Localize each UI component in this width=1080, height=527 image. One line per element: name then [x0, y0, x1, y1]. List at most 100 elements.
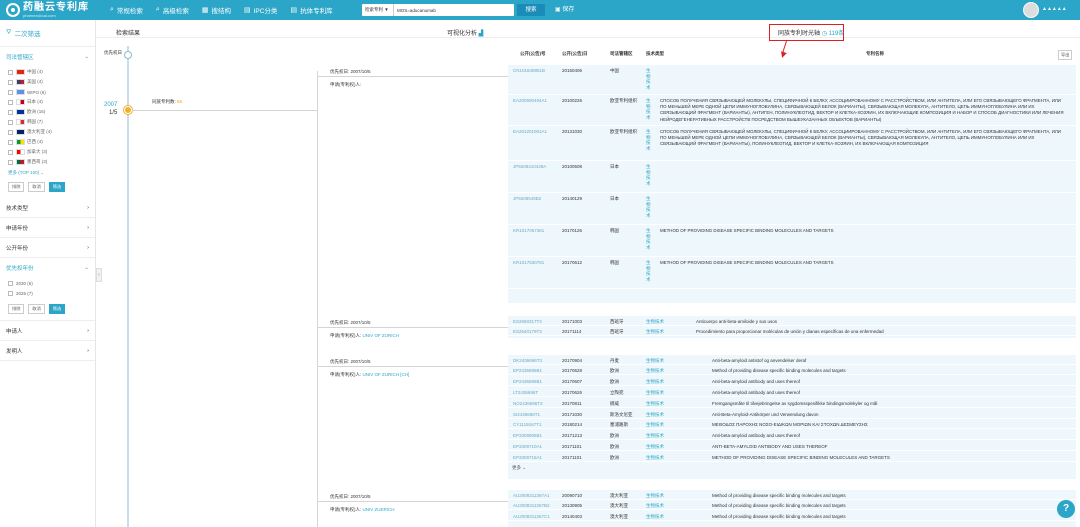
applicant-link[interactable]: UNIV OF ZURICH [CH] [363, 372, 410, 377]
table-row[interactable]: DK2436696T3 20170904 丹麦 生物技术 Anti-beta-amylo… [508, 355, 1076, 365]
table-row[interactable]: JP5508410448A 20100508 日本 生物技术 [508, 161, 1076, 193]
table-row[interactable]: EP3309905B1 20171213 欧洲 生物技术 Anti-beta-amylo… [508, 430, 1076, 440]
help-button[interactable]: ? [1057, 500, 1075, 518]
tab-visual-analysis[interactable]: 可视化分析 ▟ [447, 28, 483, 37]
tech-type[interactable]: 生物技术 [646, 379, 664, 385]
table-row[interactable]: CY1119167T1 20180214 塞浦路斯 生物技术 ΜΕΘΟΔΟΣ ΠΑΡΟΧ… [508, 419, 1076, 429]
tech-type[interactable]: 生物技术 [646, 368, 664, 374]
nav-item-1[interactable]: ⌕ 高级检索 [156, 5, 189, 15]
table-row[interactable]: SI2436696T1 20171030 斯洛文尼亚 生物技术 Anti-Beta-Am… [508, 409, 1076, 419]
pub-number-link[interactable]: ES2640179T3 [513, 329, 542, 334]
table-row[interactable]: ES2650317T3 20171003 西班牙 生物技术 Anticuerpo ant… [508, 316, 1076, 326]
jurisdiction-item[interactable]: 巴西 (4) [8, 137, 87, 147]
jurisdiction-section-header[interactable]: 司法管辖区 ⌄ [0, 47, 95, 67]
filter-section[interactable]: 申请人 › [0, 321, 95, 341]
tab-search-results[interactable]: 检索结果 [116, 28, 140, 37]
table-row[interactable]: AU2008311367A1 20090710 澳大利亚 生物技术 Method of … [508, 490, 1076, 500]
checkbox[interactable] [8, 129, 13, 135]
tab-family-timeline[interactable]: 同族专利时光轴 ◷ 119条 [778, 28, 844, 37]
sidebar-collapse-toggle[interactable]: ‹ [96, 268, 102, 282]
jurisdiction-item[interactable]: 欧洲 (16) [8, 107, 87, 117]
tech-type[interactable]: 生物技术 [646, 68, 652, 90]
jurisdiction-item[interactable]: 韩国 (7) [8, 117, 87, 127]
pub-number-link[interactable]: JP5508410448A [513, 164, 546, 169]
app-logo[interactable]: 药融云专利库 pharnexcloud.com [6, 2, 89, 18]
jurisdiction-item[interactable]: 澳大利亚 (4) [8, 127, 87, 137]
pub-number-link[interactable]: CY1119167T1 [513, 422, 541, 427]
pub-number-link[interactable]: ES2650317T3 [513, 319, 542, 324]
pub-number-link[interactable]: EP2436696B1 [513, 368, 542, 373]
search-button[interactable]: 搜索 [517, 4, 545, 16]
table-row[interactable]: EA200900494A1 20100226 欧亚专利组织 生物技术 СПОСОБ ПО… [508, 95, 1076, 126]
tech-type[interactable]: 生物技术 [646, 390, 664, 396]
checkbox[interactable] [8, 280, 13, 286]
nav-item-0[interactable]: ⌕ 常规检索 [110, 5, 143, 15]
checkbox[interactable] [8, 159, 13, 165]
pub-number-link[interactable]: EP3309715A1 [513, 455, 542, 460]
checkbox[interactable] [8, 89, 13, 95]
checkbox[interactable] [8, 99, 13, 105]
search-type-select[interactable]: 检索专利 ▼ [362, 4, 394, 16]
table-row[interactable]: EP3309710A1 20171101 欧洲 生物技术 ANTI-BETA-AMYLO… [508, 441, 1076, 451]
pub-number-link[interactable]: KR1017530781 [513, 260, 544, 265]
save-button[interactable]: ▣ 保存 [555, 4, 574, 16]
pub-number-link[interactable]: EP3309905B1 [513, 433, 542, 438]
pub-number-link[interactable]: EP3309710A1 [513, 444, 542, 449]
filter-section[interactable]: 技术类型 › [0, 198, 95, 218]
checkbox[interactable] [8, 119, 13, 125]
exclude-button[interactable]: 排除 [8, 182, 25, 192]
avatar[interactable] [1023, 2, 1039, 18]
pub-number-link[interactable]: CN101849851B [513, 68, 545, 73]
pub-number-link[interactable]: NO2436696T3 [513, 401, 543, 406]
more-jurisdictions-link[interactable]: 更多 (TOP 100) ⌄ [0, 167, 95, 179]
filter-button[interactable]: 筛选 [48, 182, 66, 192]
table-row[interactable]: ES2640179T3 20171114 西班牙 生物技术 Procedimiento … [508, 326, 1076, 336]
table-row[interactable]: EP2436696B1 20170628 欧洲 生物技术 Method of provi… [508, 365, 1076, 375]
exclude-button[interactable]: 排除 [8, 304, 25, 314]
checkbox[interactable] [8, 79, 13, 85]
timeline-year-node[interactable] [124, 106, 132, 114]
filter-section[interactable]: 发明人 › [0, 341, 95, 361]
tech-type[interactable]: 生物技术 [646, 412, 664, 418]
tech-type[interactable]: 生物技术 [646, 455, 664, 461]
table-row[interactable]: EP2436696B1 20170607 欧洲 生物技术 Anti-beta-amylo… [508, 376, 1076, 386]
filter-button[interactable]: 筛选 [48, 304, 66, 314]
pub-number-link[interactable]: AU2008311367C1 [513, 514, 550, 519]
jurisdiction-item[interactable]: 日本 (4) [8, 97, 87, 107]
table-row[interactable]: KR1017057381 20170126 韩国 生物技术 METHOD OF PROV… [508, 225, 1076, 257]
pub-number-link[interactable]: JP5508549B2 [513, 196, 541, 201]
pub-number-link[interactable]: EA201201001A1 [513, 129, 547, 134]
tech-type[interactable]: 生物技术 [646, 228, 652, 250]
jurisdiction-item[interactable]: 墨西哥 (3) [8, 157, 87, 167]
pub-number-link[interactable]: LT2436696T [513, 390, 538, 395]
filter-section[interactable]: 公开年份 › [0, 238, 95, 258]
table-row[interactable]: NO2436696T3 20170811 挪威 生物技术 Fremgangsmåte t… [508, 398, 1076, 408]
checkbox[interactable] [8, 139, 13, 145]
checkbox[interactable] [8, 290, 13, 296]
tech-type[interactable]: 生物技术 [646, 319, 664, 325]
tech-type[interactable]: 生物技术 [646, 329, 664, 335]
pub-number-link[interactable]: DK2436696T3 [513, 358, 542, 363]
tech-type[interactable]: 生物技术 [646, 433, 664, 439]
pub-number-link[interactable]: AU2008311367A1 [513, 493, 549, 498]
nav-item-3[interactable]: ▤ IPC分类 [244, 5, 277, 15]
table-row[interactable]: EA201201001A1 20131030 欧亚专利组织 生物技术 СПОСОБ ПО… [508, 126, 1076, 161]
tech-type[interactable]: 生物技术 [646, 493, 664, 499]
tech-type[interactable]: 生物技术 [646, 514, 664, 520]
jurisdiction-item[interactable]: 加拿大 (3) [8, 147, 87, 157]
jurisdiction-item[interactable]: 美国 (4) [8, 77, 87, 87]
priority-year-section-header[interactable]: 优先权年份 ⌄ [0, 258, 95, 278]
pub-number-link[interactable]: KR1017057381 [513, 228, 544, 233]
checkbox[interactable] [8, 109, 13, 115]
table-row[interactable]: AU2008311367C1 20140403 澳大利亚 生物技术 Method of … [508, 511, 1076, 521]
applicant-link[interactable]: UNIV OF ZURICH [363, 333, 400, 338]
tech-type[interactable]: 生物技术 [646, 196, 652, 218]
table-row[interactable]: AU2008311367B2 20130905 澳大利亚 生物技术 Method of … [508, 500, 1076, 510]
tech-type[interactable]: 生物技术 [646, 503, 664, 509]
tech-type[interactable]: 生物技术 [646, 422, 664, 428]
jurisdiction-item[interactable]: 中国 (4) [8, 67, 87, 77]
table-row[interactable]: KR1017530781 20170612 韩国 生物技术 METHOD OF PROV… [508, 257, 1076, 289]
export-button[interactable]: 导出 [1058, 50, 1073, 60]
tech-type[interactable]: 生物技术 [646, 358, 664, 364]
tech-type[interactable]: 生物技术 [646, 164, 652, 186]
